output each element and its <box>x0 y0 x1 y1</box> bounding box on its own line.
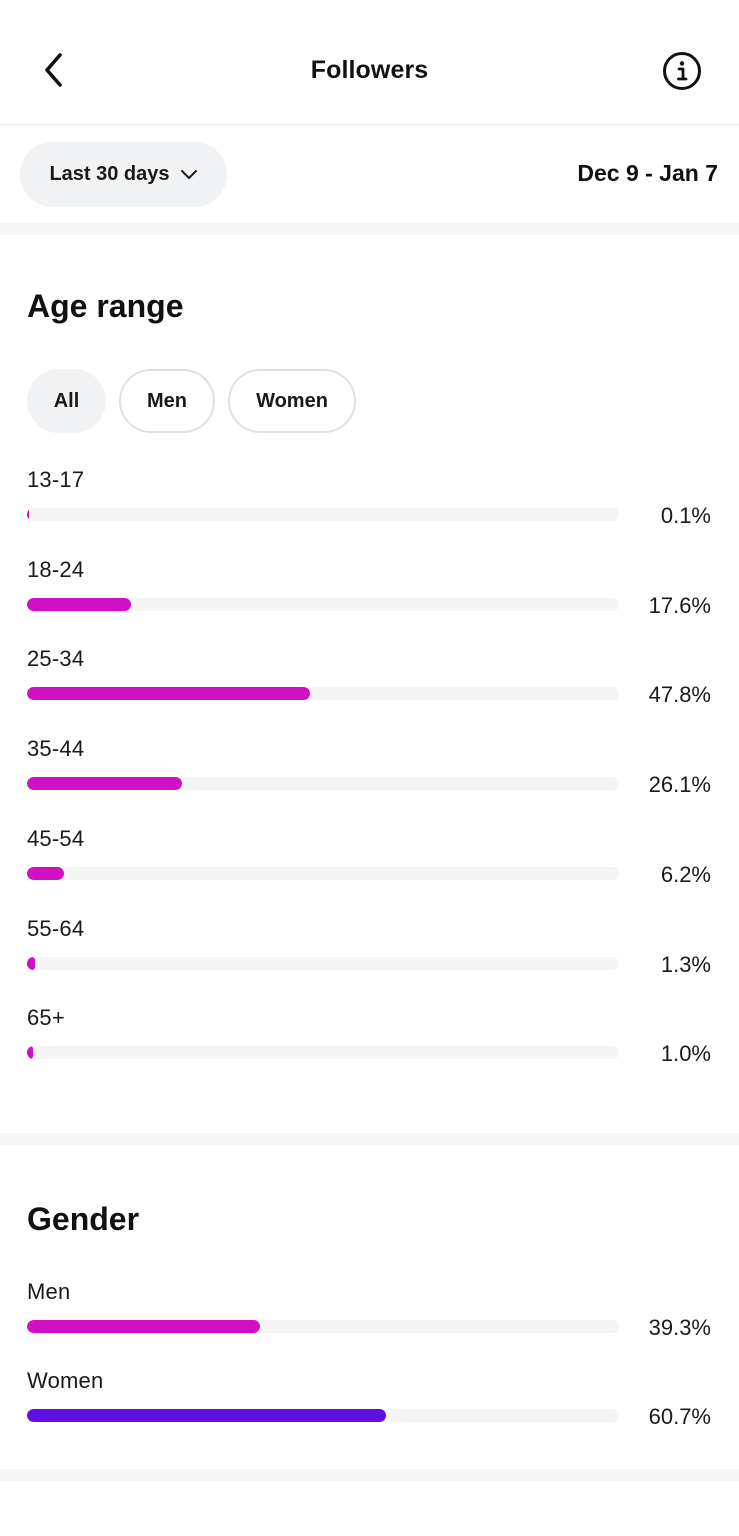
time-range-label: Last 30 days <box>49 163 170 185</box>
age-percent: 6.2% <box>660 862 711 887</box>
progress-fill <box>27 598 131 611</box>
section-divider <box>0 223 739 235</box>
date-filter-row: Last 30 days Dec 9 - Jan 7 <box>0 125 739 223</box>
progress-fill <box>27 687 310 700</box>
section-divider <box>0 1133 739 1145</box>
chip-men[interactable]: Men <box>119 369 215 433</box>
age-row: 55-64 1.3% <box>0 916 739 996</box>
age-percent: 26.1% <box>648 772 711 797</box>
progress-track <box>27 508 619 521</box>
age-label: 18-24 <box>27 557 85 582</box>
age-row: 45-54 6.2% <box>0 826 739 906</box>
age-percent: 17.6% <box>648 593 711 618</box>
age-percent: 1.3% <box>660 952 711 977</box>
gender-label: Men <box>27 1279 71 1304</box>
progress-track <box>27 687 619 700</box>
age-percent: 47.8% <box>648 682 711 707</box>
progress-fill <box>27 777 182 790</box>
date-range-text: Dec 9 - Jan 7 <box>577 160 718 186</box>
age-label: 25-34 <box>27 646 85 671</box>
progress-track <box>27 598 619 611</box>
age-row: 25-34 47.8% <box>0 646 739 726</box>
age-label: 13-17 <box>27 467 85 492</box>
age-row: 18-24 17.6% <box>0 557 739 637</box>
progress-fill <box>27 957 35 970</box>
age-label: 35-44 <box>27 736 85 761</box>
progress-track <box>27 867 619 880</box>
chip-women[interactable]: Women <box>228 369 356 433</box>
section-divider <box>0 1469 739 1481</box>
page-title: Followers <box>310 56 429 84</box>
age-label: 65+ <box>27 1005 65 1030</box>
progress-fill <box>27 1409 386 1422</box>
info-button[interactable] <box>662 51 702 91</box>
gender-percent: 60.7% <box>648 1404 711 1429</box>
age-percent: 1.0% <box>660 1041 711 1066</box>
progress-fill <box>27 867 64 880</box>
age-label: 45-54 <box>27 826 85 851</box>
gender-label: Women <box>27 1368 104 1393</box>
chevron-down-icon <box>180 169 197 179</box>
age-row: 35-44 26.1% <box>0 736 739 816</box>
info-icon <box>663 52 701 90</box>
age-range-title: Age range <box>27 288 184 324</box>
progress-track <box>27 777 619 790</box>
gender-percent: 39.3% <box>648 1315 711 1340</box>
progress-track <box>27 1320 619 1333</box>
progress-fill <box>27 1046 33 1059</box>
gender-row: Men 39.3% <box>0 1279 739 1359</box>
progress-track <box>27 957 619 970</box>
progress-fill <box>27 508 29 521</box>
age-percent: 0.1% <box>660 503 711 528</box>
age-row: 65+ 1.0% <box>0 1005 739 1085</box>
progress-track <box>27 1046 619 1059</box>
header: Followers <box>0 0 739 125</box>
gender-row: Women 60.7% <box>0 1368 739 1448</box>
time-range-dropdown[interactable]: Last 30 days <box>20 142 227 207</box>
age-row: 13-17 0.1% <box>0 467 739 547</box>
progress-track <box>27 1409 619 1422</box>
progress-fill <box>27 1320 260 1333</box>
age-label: 55-64 <box>27 916 85 941</box>
gender-title: Gender <box>27 1201 140 1237</box>
chip-all[interactable]: All <box>27 369 106 433</box>
